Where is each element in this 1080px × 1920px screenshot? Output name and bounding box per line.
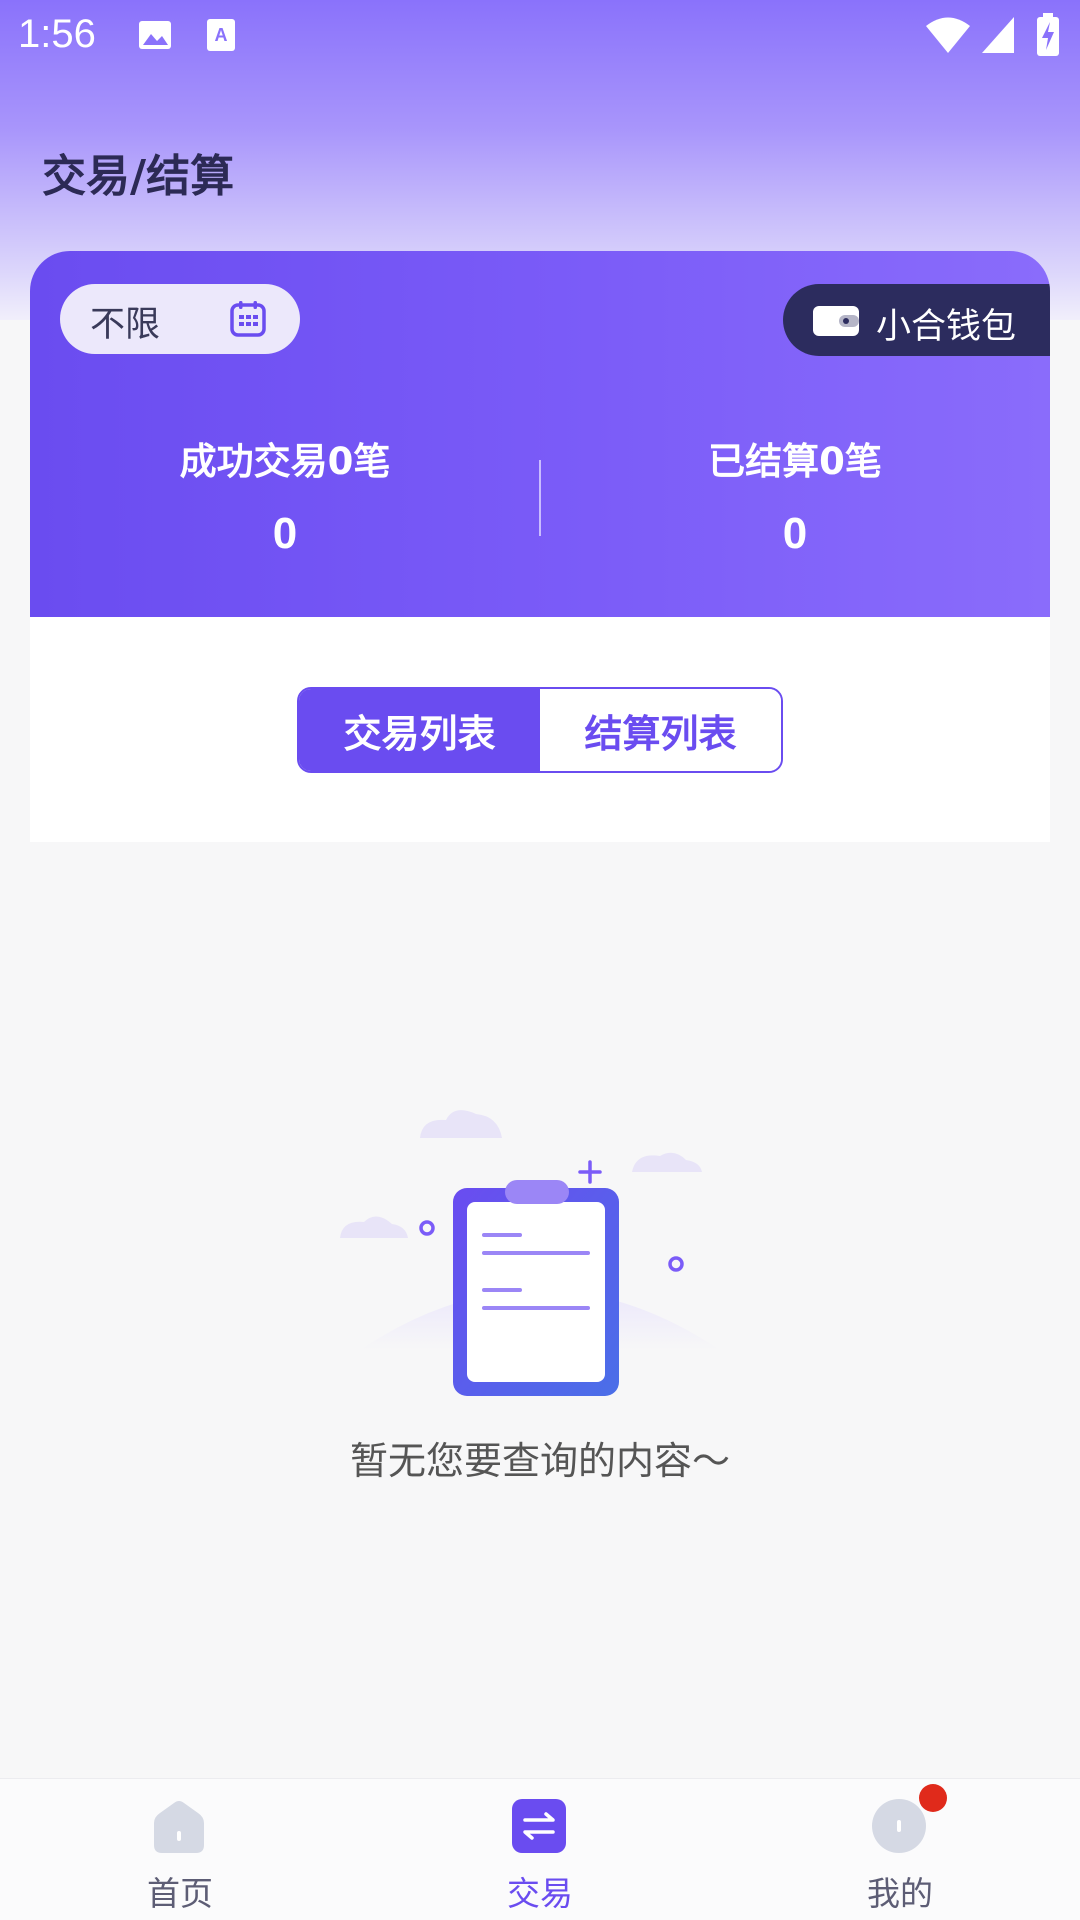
stat-value: 0 — [782, 509, 808, 558]
transfer-icon — [510, 1797, 568, 1859]
tab-transaction-list[interactable]: 交易列表 — [299, 689, 540, 771]
summary-card: 不限 小合钱包 成功交易0笔 0 已结算0笔 0 — [30, 251, 1050, 617]
date-filter-button[interactable]: 不限 — [60, 284, 300, 354]
list-tabs-card: 交易列表 结算列表 — [30, 617, 1050, 842]
home-icon — [150, 1797, 208, 1859]
nav-item-home[interactable]: 首页 — [0, 1779, 360, 1920]
stat-title: 成功交易0笔 — [179, 440, 391, 483]
bottom-nav: 首页 交易 我的 — [0, 1778, 1080, 1920]
profile-icon — [870, 1797, 928, 1859]
wallet-button[interactable]: 小合钱包 — [783, 284, 1050, 356]
settled-stat: 已结算0笔 0 — [540, 431, 1050, 559]
nav-label: 首页 — [147, 1874, 213, 1913]
calendar-icon — [228, 299, 268, 343]
notification-badge — [919, 1784, 947, 1812]
wifi-icon — [925, 15, 971, 59]
signal-icon — [980, 15, 1016, 59]
successful-transactions-stat: 成功交易0笔 0 — [30, 431, 540, 559]
wallet-icon — [813, 304, 859, 342]
nav-item-profile[interactable]: 我的 — [720, 1779, 1080, 1920]
list-tab-switcher: 交易列表 结算列表 — [297, 687, 783, 773]
nav-item-transactions[interactable]: 交易 — [360, 1779, 720, 1920]
image-icon — [137, 17, 173, 57]
clipboard-illustration — [330, 1100, 750, 1404]
stat-title: 已结算0笔 — [708, 440, 882, 483]
svg-text:A: A — [215, 25, 228, 45]
nav-label: 我的 — [867, 1874, 933, 1913]
status-bar: 1:56 A — [0, 0, 1080, 75]
battery-charging-icon — [1036, 13, 1060, 61]
empty-state-message: 暂无您要查询的内容～ — [349, 1439, 730, 1483]
date-filter-label: 不限 — [90, 305, 161, 345]
stat-value: 0 — [272, 509, 298, 558]
page-title: 交易/结算 — [42, 151, 235, 202]
nav-label: 交易 — [507, 1874, 573, 1913]
wallet-label: 小合钱包 — [876, 307, 1017, 347]
tab-settlement-list[interactable]: 结算列表 — [540, 689, 781, 771]
status-time: 1:56 — [18, 12, 96, 56]
text-icon: A — [205, 17, 237, 57]
